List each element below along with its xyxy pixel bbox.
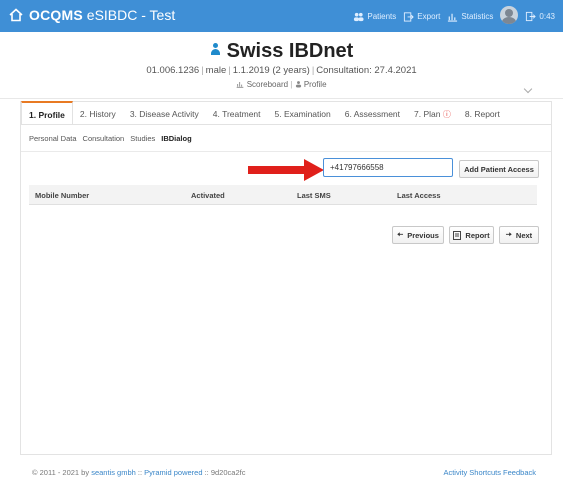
column-last-sms: Last SMS (297, 191, 331, 200)
pyramid-link[interactable]: Pyramid powered (144, 468, 202, 477)
column-last-access: Last Access (397, 191, 441, 200)
column-mobile-number: Mobile Number (35, 191, 90, 200)
logout-icon (526, 11, 537, 22)
nav-patients-label: Patients (367, 12, 397, 21)
bar-chart-icon (448, 13, 458, 22)
add-patient-access-label: Add Patient Access (464, 164, 534, 174)
build-hash: :: 9d20ca2fc (202, 468, 246, 477)
tab-assessment[interactable]: 6. Assessment (338, 102, 407, 124)
consultation-date: Consultation: 27.4.2021 (316, 65, 417, 76)
subtab-studies[interactable]: Studies (130, 134, 155, 143)
next-button[interactable]: 🠆 Next (499, 226, 539, 244)
subtab-consultation[interactable]: Consultation (83, 134, 125, 143)
mobile-number-input[interactable] (323, 158, 453, 177)
nav-export[interactable]: Export (403, 11, 440, 22)
tab-profile[interactable]: 1. Profile (21, 101, 73, 124)
tab-disease-activity[interactable]: 3. Disease Activity (123, 102, 206, 124)
footer-separator: :: (135, 468, 145, 477)
brand-name: OCQMS (29, 7, 83, 23)
session-timer[interactable]: 0:43 (525, 11, 555, 22)
tab-label: 3. Disease Activity (129, 109, 199, 119)
previous-button[interactable]: 🠄 Previous (392, 226, 444, 244)
tab-examination[interactable]: 5. Examination (268, 102, 338, 124)
tab-treatment[interactable]: 4. Treatment (206, 102, 268, 124)
top-nav: Patients Export Statistics 0:43 (353, 6, 555, 24)
subtab-ibdialog[interactable]: IBDialog (161, 134, 191, 143)
page-title: Swiss IBDnet (0, 40, 563, 63)
company-link[interactable]: seantis gmbh (91, 468, 136, 477)
tab-label: 7. Plan (414, 109, 441, 119)
copyright-text: © 2011 - 2021 by (32, 468, 92, 477)
nav-statistics[interactable]: Statistics (447, 11, 493, 22)
header-links: Scoreboard | Profile (0, 80, 563, 89)
tab-report[interactable]: 8. Report (458, 102, 507, 124)
nav-patients[interactable]: Patients (353, 11, 396, 22)
table-divider (29, 204, 537, 205)
scoreboard-label: Scoreboard (246, 80, 289, 89)
page-title-text: Swiss IBDnet (226, 40, 354, 62)
person-icon (295, 81, 301, 88)
next-label: Next (515, 230, 533, 240)
footer: © 2011 - 2021 by seantis gmbh :: Pyramid… (32, 468, 536, 477)
tab-label: 5. Examination (274, 109, 331, 119)
add-patient-access-button[interactable]: Add Patient Access (459, 160, 539, 178)
patient-id: 01.006.1236 (146, 65, 200, 76)
user-avatar[interactable] (500, 6, 519, 24)
scoreboard-link[interactable]: Scoreboard (236, 80, 290, 89)
brand-subtitle: eSIBDC - Test (82, 7, 176, 23)
home-icon (9, 8, 23, 22)
main-tabs: 1. Profile 2. History 3. Disease Activit… (21, 101, 551, 125)
table-header: Mobile Number Activated Last SMS Last Ac… (29, 185, 537, 204)
patient-info: 01.006.1236 | male | 1.1.2019 (2 years) | Cons… (146, 65, 417, 76)
divider (21, 151, 551, 152)
sub-tabs: Personal Data Consultation Studies IBDia… (29, 134, 192, 143)
warning-icon: ⓘ (442, 110, 451, 119)
tab-label: 4. Treatment (212, 109, 261, 119)
person-icon (210, 43, 221, 56)
profile-label: Profile (303, 80, 327, 89)
top-bar: OCQMS eSIBDC - Test Patients Export Stat… (0, 0, 563, 32)
profile-link[interactable]: Profile (295, 80, 327, 89)
app-brand[interactable]: OCQMS eSIBDC - Test (8, 7, 175, 23)
users-icon (354, 12, 364, 22)
tab-label: 6. Assessment (344, 109, 401, 119)
subtab-personal-data[interactable]: Personal Data (29, 134, 77, 143)
report-label: Report (465, 230, 490, 240)
arrow-left-icon: 🠄 (397, 229, 404, 239)
tab-label: 1. Profile (29, 110, 65, 120)
patient-sex: male (205, 65, 227, 76)
patient-dob: 1.1.2019 (2 years) (232, 65, 310, 76)
bar-chart-icon (237, 82, 244, 88)
report-button[interactable]: Report (449, 226, 494, 244)
main-panel: 1. Profile 2. History 3. Disease Activit… (20, 101, 552, 455)
tab-plan[interactable]: 7. Plan ⓘ (407, 102, 458, 124)
document-icon (453, 230, 462, 240)
export-icon (404, 12, 415, 22)
patient-header: Swiss IBDnet 01.006.1236 | male | 1.1.2019 (… (0, 32, 563, 99)
red-arrow-annotation (248, 159, 324, 181)
footer-links[interactable]: Activity Shortcuts Feedback (443, 468, 536, 477)
nav-export-label: Export (417, 12, 441, 21)
nav-statistics-label: Statistics (461, 12, 494, 21)
arrow-right-icon: 🠆 (505, 229, 512, 239)
tab-label: 2. History (79, 109, 116, 119)
tab-label: 8. Report (464, 109, 500, 119)
previous-label: Previous (407, 230, 439, 240)
tab-history[interactable]: 2. History (73, 102, 123, 124)
session-time: 0:43 (539, 12, 555, 21)
column-activated: Activated (191, 191, 225, 200)
